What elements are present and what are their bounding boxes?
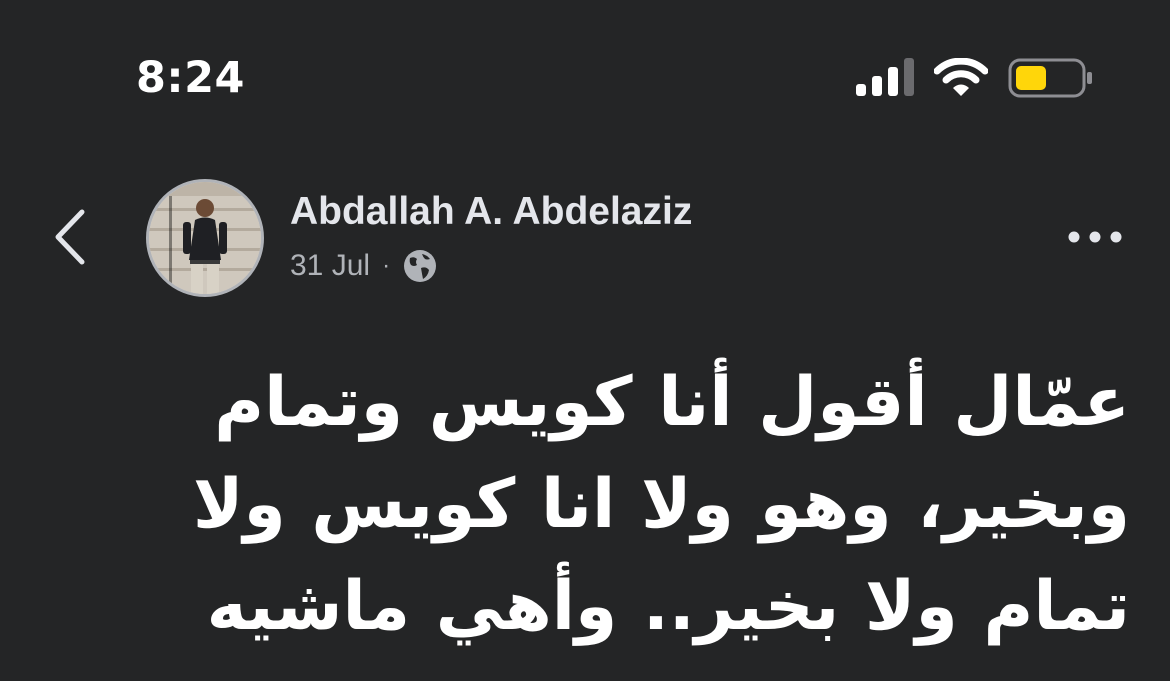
post-text: عمّال أقول أنا كويس وتمام وبخير، وهو ولا… [192, 363, 1130, 646]
wifi-icon [934, 58, 988, 96]
post-meta: 31 Jul · [290, 246, 438, 286]
meta-separator: · [382, 252, 391, 279]
globe-icon [404, 250, 437, 282]
status-time: 8:24 [136, 53, 245, 103]
cellular-signal-icon [856, 58, 914, 96]
more-options-icon[interactable] [1064, 222, 1126, 252]
avatar-photo [149, 182, 261, 294]
battery-icon [1008, 58, 1092, 98]
author-name[interactable]: Abdallah A. Abdelaziz [290, 188, 692, 236]
chevron-left-icon[interactable] [52, 208, 88, 266]
avatar[interactable] [146, 179, 264, 297]
post-date[interactable]: 31 Jul [290, 249, 370, 283]
